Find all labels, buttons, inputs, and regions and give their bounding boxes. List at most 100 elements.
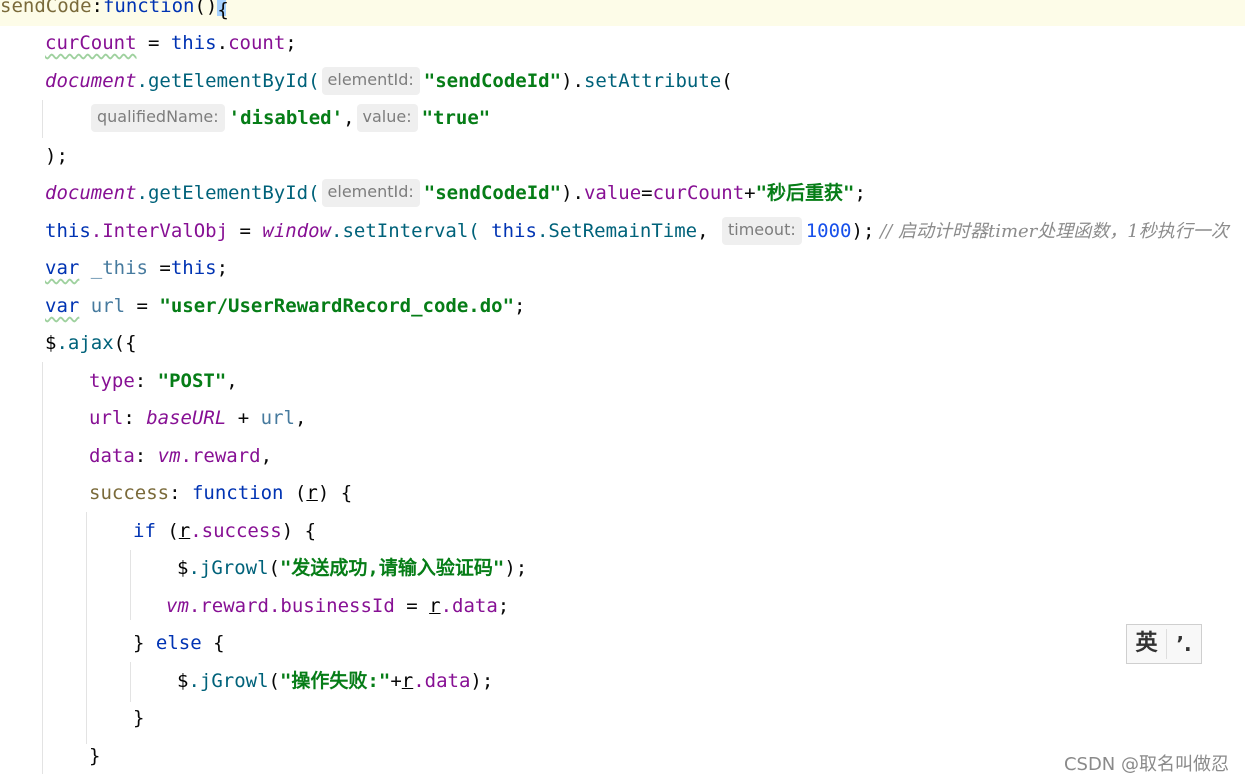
keyword: else [155, 632, 202, 654]
token: + [744, 182, 756, 204]
token: { [201, 632, 225, 654]
code-line-14[interactable]: success: function (r) { [0, 475, 1245, 513]
code-line-2[interactable]: curCount = this.count; [0, 25, 1245, 63]
keyword: this [170, 32, 217, 54]
string-literal: "true" [421, 107, 491, 129]
code-line-10[interactable]: $.ajax({ [0, 325, 1245, 363]
token: ( [283, 482, 307, 504]
property: .data [440, 595, 498, 617]
variable: url [79, 295, 126, 317]
token: = [125, 295, 160, 317]
token: ) { [281, 520, 317, 542]
token: ( [155, 520, 179, 542]
code-line-7[interactable]: this.InterValObj = window.setInterval( t… [0, 213, 1245, 251]
token: } [133, 707, 145, 729]
ime-status-bar[interactable]: 英 ’. [1126, 624, 1202, 664]
method: .getElementById( [136, 182, 320, 204]
token: = [394, 595, 430, 617]
object: window [262, 220, 332, 242]
code-line-9[interactable]: var url = "user/UserRewardRecord_code.do… [0, 288, 1245, 326]
string-literal: "秒后重获" [755, 182, 855, 204]
token: : [91, 0, 103, 17]
code-line-19[interactable]: $.jGrowl("操作失败:"+r.data); [0, 663, 1245, 701]
parameter: r [178, 520, 191, 542]
property: .success [190, 520, 282, 542]
parameter-hint: elementId: [321, 67, 420, 95]
parameter-hint: value: [356, 104, 418, 132]
property: count [228, 32, 286, 54]
variable: url [260, 407, 295, 429]
token: : [134, 445, 158, 467]
code-line-1[interactable]: sendCode:function(){ [0, 0, 1245, 26]
token: , [343, 107, 355, 129]
property: .reward [180, 445, 261, 467]
token: ({ [113, 332, 137, 354]
method: .ajax [56, 332, 114, 354]
variable: $ [177, 670, 189, 692]
keyword: this [479, 220, 537, 242]
code-line-15[interactable]: if (r.success) { [0, 513, 1245, 551]
keyword: this [45, 220, 91, 242]
method: .jGrowl [188, 557, 269, 579]
token: ; [854, 182, 866, 204]
code-line-11[interactable]: type: "POST", [0, 363, 1245, 401]
variable: baseURL [146, 407, 227, 429]
code-line-13[interactable]: data: vm.reward, [0, 438, 1245, 476]
code-line-16[interactable]: $.jGrowl("发送成功,请输入验证码"); [0, 550, 1245, 588]
code-line-18[interactable]: } else { [0, 625, 1245, 663]
code-line-5[interactable]: ); [0, 138, 1245, 176]
token: ); [470, 670, 494, 692]
token: } [133, 632, 156, 654]
comment: // 启动计时器timer处理函数，1秒执行一次 [874, 221, 1229, 242]
token: } [89, 745, 101, 767]
code-editor[interactable]: sendCode:function(){ curCount = this.cou… [0, 0, 1245, 784]
code-line-17[interactable]: vm.reward.businessId = r.data; [0, 588, 1245, 626]
token: ); [45, 145, 68, 167]
token: , [294, 407, 307, 429]
token: , [697, 220, 720, 242]
property: value [583, 182, 642, 204]
token: = [641, 182, 653, 204]
method: .jGrowl [188, 670, 269, 692]
code-line-4[interactable]: qualifiedName:'disabled', value: "true" [0, 100, 1245, 138]
parameter: r [429, 595, 441, 617]
ime-language-toggle[interactable]: 英 [1127, 629, 1167, 659]
token: + [226, 407, 261, 429]
property: url [89, 407, 124, 429]
code-line-20[interactable]: } [0, 700, 1245, 738]
string-literal: "POST" [157, 370, 227, 392]
token: = [147, 257, 171, 279]
keyword: function [102, 0, 195, 17]
code-line-3[interactable]: document.getElementById(elementId: "sendC… [0, 63, 1245, 101]
keyword: function [191, 482, 284, 504]
code-line-6[interactable]: document.getElementById(elementId: "sendC… [0, 175, 1245, 213]
parameter-hint: timeout: [721, 217, 802, 245]
keyword: var [45, 257, 80, 279]
string-literal: "发送成功,请输入验证码" [279, 557, 505, 579]
ime-punctuation-toggle[interactable]: ’. [1167, 632, 1201, 656]
keyword: if [133, 520, 156, 542]
token: : [123, 407, 147, 429]
string-literal: "sendCodeId" [423, 182, 562, 204]
code-line-12[interactable]: url: baseURL + url, [0, 400, 1245, 438]
string-literal: "user/UserRewardRecord_code.do" [159, 295, 515, 317]
code-line-21[interactable]: } [0, 738, 1245, 776]
method: .setInterval( [331, 220, 480, 242]
token: : [134, 370, 158, 392]
code-line-8[interactable]: var _this =this; [0, 250, 1245, 288]
keyword: var [45, 295, 80, 317]
token: { [217, 0, 229, 21]
token: ); [504, 557, 528, 579]
variable: $ [45, 332, 57, 354]
token: () [194, 0, 218, 17]
object: vm [166, 595, 189, 617]
variable: curCount [652, 182, 745, 204]
method: .getElementById( [136, 70, 320, 92]
number-literal: 1000 [805, 220, 852, 242]
string-literal: "操作失败:" [279, 670, 391, 692]
variable: curCount [45, 32, 137, 54]
token: ; [514, 295, 526, 317]
method: setAttribute [583, 70, 722, 92]
string-literal: "sendCodeId" [423, 70, 562, 92]
property: .reward.businessId [188, 595, 395, 617]
